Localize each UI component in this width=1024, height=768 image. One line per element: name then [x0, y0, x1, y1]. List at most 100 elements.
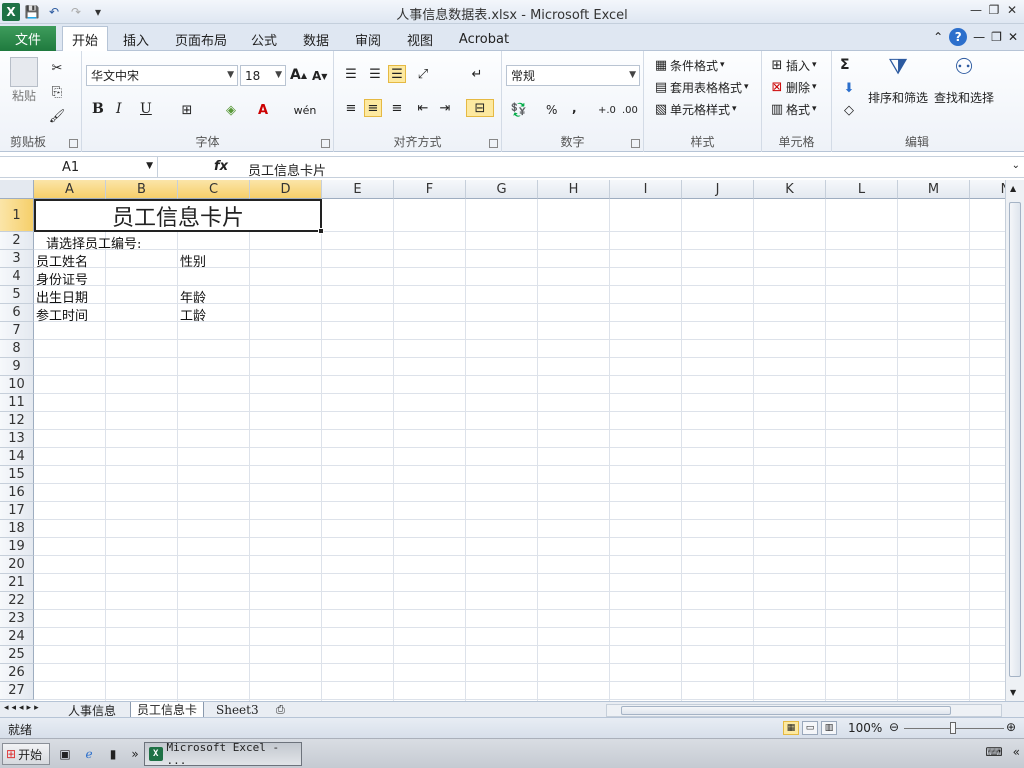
increase-decimal-button[interactable]: +.0 — [598, 105, 616, 116]
phonetic-icon[interactable]: wén — [294, 101, 317, 119]
fill-color-icon[interactable]: ◈ — [222, 101, 240, 119]
underline-button[interactable]: U — [140, 101, 152, 117]
column-header[interactable]: F — [394, 180, 466, 199]
font-size-combo[interactable]: 18 ▼ — [240, 65, 286, 86]
tab-file[interactable]: 文件 — [0, 26, 56, 51]
zoom-slider-thumb[interactable] — [950, 722, 956, 734]
row-header[interactable]: 7 — [0, 322, 34, 340]
merged-title-cell[interactable]: 员工信息卡片 — [34, 199, 322, 232]
column-header[interactable]: N — [970, 180, 1005, 199]
insert-function-icon[interactable]: fx — [214, 159, 228, 174]
tab-page-layout[interactable]: 页面布局 — [170, 28, 232, 51]
page-layout-view-icon[interactable]: ▭ — [802, 721, 818, 735]
row-header[interactable]: 21 — [0, 574, 34, 592]
row-header[interactable]: 8 — [0, 340, 34, 358]
align-right-icon[interactable]: ≡ — [388, 99, 406, 117]
table-format-button[interactable]: ▤ 套用表格格式 ▾ — [652, 78, 749, 96]
italic-button[interactable]: I — [116, 101, 122, 117]
zoom-level[interactable]: 100% — [848, 721, 882, 735]
row-header[interactable]: 2 — [0, 232, 34, 250]
tab-data[interactable]: 数据 — [296, 28, 336, 51]
column-header[interactable]: E — [322, 180, 394, 199]
row-header[interactable]: 23 — [0, 610, 34, 628]
page-break-view-icon[interactable]: ▥ — [821, 721, 837, 735]
format-cells-button[interactable]: ▥ 格式 ▾ — [768, 100, 817, 118]
align-top-icon[interactable]: ☰ — [342, 65, 360, 83]
tab-home[interactable]: 开始 — [62, 26, 108, 52]
column-header[interactable]: K — [754, 180, 826, 199]
align-middle-icon[interactable]: ☰ — [366, 65, 384, 83]
borders-icon[interactable]: ⊞ — [178, 101, 196, 119]
decrease-decimal-button[interactable]: .00 — [622, 105, 638, 116]
tab-view[interactable]: 视图 — [400, 28, 440, 51]
column-header[interactable]: D — [250, 180, 322, 199]
font-launcher-icon[interactable] — [321, 139, 330, 148]
minimize-icon[interactable]: — — [968, 2, 984, 18]
tab-review[interactable]: 审阅 — [348, 28, 388, 51]
delete-cells-button[interactable]: ⊠ 删除 ▾ — [768, 78, 817, 96]
tab-acrobat[interactable]: Acrobat — [454, 28, 514, 51]
sheet-nav-icon[interactable]: ◂◂◂▸▸ — [4, 703, 42, 713]
comma-button[interactable]: , — [572, 101, 577, 115]
font-name-combo[interactable]: 华文中宋 ▼ — [86, 65, 238, 86]
horizontal-scroll-thumb[interactable] — [621, 706, 951, 715]
increase-indent-icon[interactable]: ⇥ — [436, 99, 454, 117]
cell-styles-button[interactable]: ▧ 单元格样式 ▾ — [652, 100, 737, 118]
tab-insert[interactable]: 插入 — [114, 28, 158, 51]
column-header[interactable]: B — [106, 180, 178, 199]
sort-filter-button[interactable]: ⧩ 排序和筛选 — [868, 55, 928, 106]
format-painter-icon[interactable]: 🖌 — [48, 107, 66, 125]
column-header[interactable]: L — [826, 180, 898, 199]
normal-view-icon[interactable]: ▦ — [783, 721, 799, 735]
row-header[interactable]: 14 — [0, 448, 34, 466]
vertical-scrollbar[interactable]: ▲ ▼ — [1005, 180, 1024, 701]
column-header[interactable]: M — [898, 180, 970, 199]
cell-c3[interactable]: 性别 — [180, 251, 206, 270]
fill-icon[interactable]: ⬇ — [840, 79, 858, 97]
cell-c6[interactable]: 工龄 — [180, 305, 206, 324]
cell-a4[interactable]: 身份证号 — [36, 269, 88, 288]
number-format-combo[interactable]: 常规 ▼ — [506, 65, 640, 86]
row-header[interactable]: 27 — [0, 682, 34, 700]
start-button[interactable]: ⊞ 开始 — [2, 743, 50, 765]
font-color-icon[interactable]: A — [254, 101, 272, 119]
tray-expand-icon[interactable]: « — [1013, 745, 1020, 759]
row-header[interactable]: 11 — [0, 394, 34, 412]
row-header[interactable]: 19 — [0, 538, 34, 556]
doc-minimize-icon[interactable]: — — [973, 30, 985, 44]
align-center-icon[interactable]: ≡ — [364, 99, 382, 117]
doc-close-icon[interactable]: ✕ — [1008, 30, 1018, 44]
row-header[interactable]: 12 — [0, 412, 34, 430]
cell-a5[interactable]: 出生日期 — [36, 287, 88, 306]
column-header[interactable]: I — [610, 180, 682, 199]
scroll-up-icon[interactable]: ▲ — [1010, 184, 1016, 193]
ie-icon[interactable]: ℯ — [80, 745, 98, 763]
keyboard-icon[interactable]: ⌨ — [985, 745, 1002, 759]
copy-icon[interactable]: ⎘ — [48, 83, 66, 101]
grow-font-icon[interactable]: A ▲ — [290, 67, 307, 83]
sheet-tab-hr-info[interactable]: 人事信息 — [62, 702, 122, 718]
row-header[interactable]: 3 — [0, 250, 34, 268]
column-header[interactable]: G — [466, 180, 538, 199]
column-header[interactable]: C — [178, 180, 250, 199]
bold-button[interactable]: B — [92, 101, 104, 117]
more-icon[interactable]: » — [126, 745, 144, 763]
row-header[interactable]: 6 — [0, 304, 34, 322]
desktop-icon[interactable]: ▣ — [56, 745, 74, 763]
cut-icon[interactable]: ✂ — [48, 59, 66, 77]
row-header[interactable]: 18 — [0, 520, 34, 538]
row-header[interactable]: 16 — [0, 484, 34, 502]
restore-icon[interactable]: ❐ — [986, 2, 1002, 18]
alignment-launcher-icon[interactable] — [489, 139, 498, 148]
close-icon[interactable]: ✕ — [1004, 2, 1020, 18]
row-header[interactable]: 17 — [0, 502, 34, 520]
clipboard-launcher-icon[interactable] — [69, 139, 78, 148]
insert-cells-button[interactable]: ⊞ 插入 ▾ — [768, 56, 817, 74]
help-icon[interactable]: ? — [949, 28, 968, 46]
row-header[interactable]: 20 — [0, 556, 34, 574]
expand-formula-icon[interactable]: ⌄ — [1012, 160, 1020, 171]
row-header[interactable]: 26 — [0, 664, 34, 682]
sheet-tab-employee-card[interactable]: 员工信息卡 — [130, 702, 205, 718]
clear-icon[interactable]: ◇ — [840, 101, 858, 119]
zoom-out-icon[interactable]: ⊖ — [889, 720, 899, 734]
